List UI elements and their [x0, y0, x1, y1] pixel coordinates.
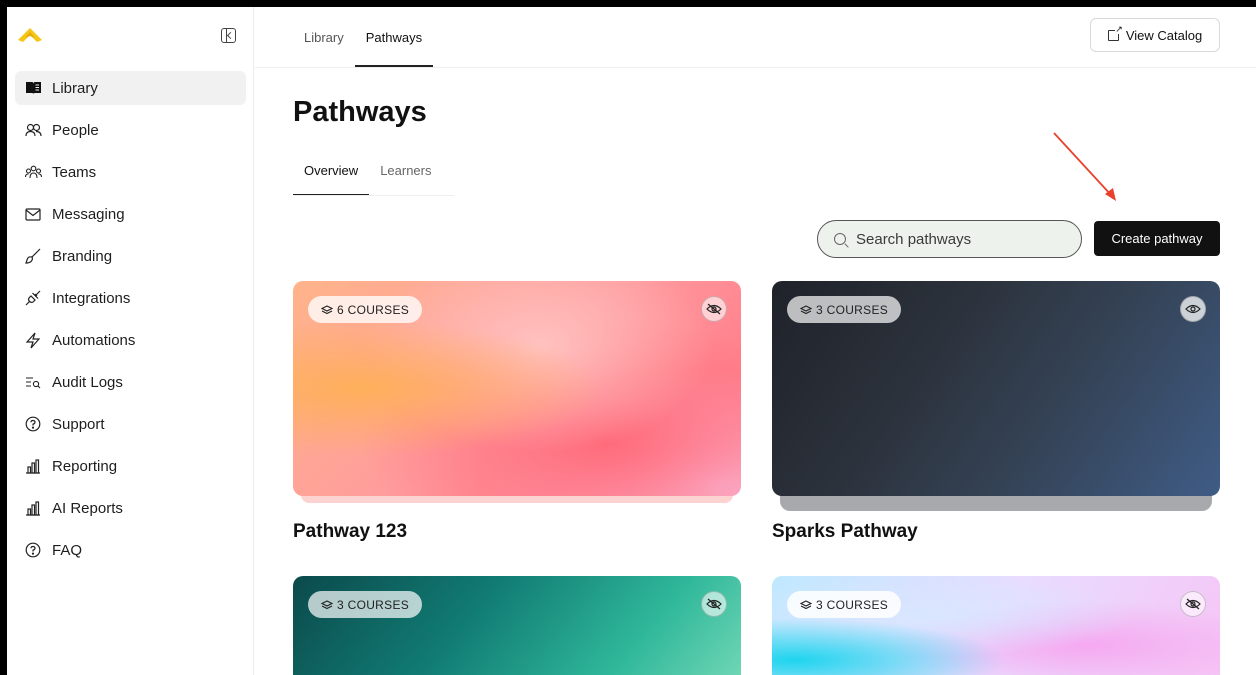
sidebar-item-label: Reporting: [52, 457, 118, 475]
bar-chart-icon: [24, 499, 42, 517]
badge-label: 3 COURSES: [816, 597, 889, 612]
people-icon: [24, 121, 42, 139]
card-cover-image: 3 COURSES: [772, 281, 1220, 496]
card-cover-image: 3 COURSES: [293, 576, 741, 675]
audit-list-icon: [24, 373, 42, 391]
pathway-card[interactable]: 6 COURSES Pathway 123: [293, 281, 741, 546]
question-circle-icon: [24, 415, 42, 433]
badge-label: 3 COURSES: [337, 597, 410, 612]
eye-icon[interactable]: [1180, 296, 1206, 322]
sidebar-item-branding[interactable]: Branding: [15, 239, 246, 273]
card-cover-image: 3 COURSES: [772, 576, 1220, 675]
card-stack-shadow: [780, 495, 1212, 511]
question-circle-icon: [24, 541, 42, 559]
sidebar-item-label: Branding: [52, 247, 113, 265]
collapse-sidebar-icon[interactable]: [221, 28, 236, 43]
tab-pathways[interactable]: Pathways: [354, 7, 434, 67]
card-cover-image: 6 COURSES: [293, 281, 741, 496]
card-stack-shadow: [301, 495, 733, 503]
course-count-badge: 6 COURSES: [308, 296, 423, 323]
sidebar-item-label: Library: [52, 79, 98, 97]
sidebar-item-automations[interactable]: Automations: [15, 323, 246, 357]
layers-icon: [321, 599, 333, 609]
pathway-card[interactable]: 3 COURSES: [293, 576, 741, 675]
sidebar-item-label: Teams: [52, 163, 97, 181]
course-count-badge: 3 COURSES: [308, 591, 423, 618]
sidebar-item-ai-reports[interactable]: AI Reports: [15, 491, 246, 525]
bar-chart-icon: [24, 457, 42, 475]
layers-icon: [800, 304, 812, 314]
sidebar-item-label: Integrations: [52, 289, 131, 307]
brush-icon: [24, 247, 42, 265]
sidebar-item-faq[interactable]: FAQ: [15, 533, 246, 567]
view-catalog-button[interactable]: View Catalog: [1090, 18, 1220, 52]
course-count-badge: 3 COURSES: [787, 296, 902, 323]
sidebar-item-people[interactable]: People: [15, 113, 246, 147]
sidebar-item-label: People: [52, 121, 99, 139]
layers-icon: [321, 304, 333, 314]
sidebar-nav: Library People Teams Messaging Branding …: [15, 71, 246, 575]
envelope-icon: [24, 205, 42, 223]
sidebar-item-label: FAQ: [52, 541, 83, 559]
window-left-border: [0, 0, 7, 675]
card-title[interactable]: Pathway 123: [293, 521, 407, 543]
window-top-border: [0, 0, 1256, 7]
search-field[interactable]: [817, 220, 1082, 258]
plug-icon: [24, 289, 42, 307]
tab-learners[interactable]: Learners: [369, 144, 442, 196]
annotation-arrow: [1053, 132, 1116, 201]
sidebar-item-label: Support: [52, 415, 105, 433]
sidebar-item-label: AI Reports: [52, 499, 123, 517]
teams-icon: [24, 163, 42, 181]
tab-library[interactable]: Library: [293, 7, 355, 67]
sidebar-item-teams[interactable]: Teams: [15, 155, 246, 189]
card-title[interactable]: Sparks Pathway: [772, 521, 918, 543]
sidebar-item-library[interactable]: Library: [15, 71, 246, 105]
sidebar-item-messaging[interactable]: Messaging: [15, 197, 246, 231]
pathway-card[interactable]: 3 COURSES: [772, 576, 1220, 675]
logo-icon[interactable]: [17, 27, 43, 43]
create-pathway-button[interactable]: Create pathway: [1094, 221, 1220, 256]
sidebar: Library People Teams Messaging Branding …: [7, 7, 254, 675]
header-divider: [255, 67, 1256, 68]
tab-overview[interactable]: Overview: [293, 144, 370, 196]
header-tabs: Library Pathways: [293, 7, 434, 67]
sidebar-item-integrations[interactable]: Integrations: [15, 281, 246, 315]
sub-tabs: Overview Learners: [293, 144, 443, 196]
course-count-badge: 3 COURSES: [787, 591, 902, 618]
search-input[interactable]: [856, 230, 1056, 248]
pathway-card[interactable]: 3 COURSES Sparks Pathway: [772, 281, 1220, 546]
sidebar-item-label: Automations: [52, 331, 136, 349]
lightning-icon: [24, 331, 42, 349]
sub-tabs-divider: [293, 195, 454, 196]
search-icon: [834, 233, 846, 245]
badge-label: 6 COURSES: [337, 302, 410, 317]
sidebar-item-label: Messaging: [52, 205, 125, 223]
eye-off-icon[interactable]: [701, 296, 727, 322]
book-open-icon: [24, 79, 42, 97]
eye-off-icon[interactable]: [701, 591, 727, 617]
sidebar-item-reporting[interactable]: Reporting: [15, 449, 246, 483]
sidebar-item-label: Audit Logs: [52, 373, 123, 391]
external-link-icon: [1107, 23, 1123, 41]
view-catalog-label: View Catalog: [1125, 27, 1203, 43]
layers-icon: [800, 599, 812, 609]
sidebar-item-support[interactable]: Support: [15, 407, 246, 441]
eye-off-icon[interactable]: [1180, 591, 1206, 617]
page-title: Pathways: [293, 96, 427, 128]
sidebar-item-audit-logs[interactable]: Audit Logs: [15, 365, 246, 399]
badge-label: 3 COURSES: [816, 302, 889, 317]
